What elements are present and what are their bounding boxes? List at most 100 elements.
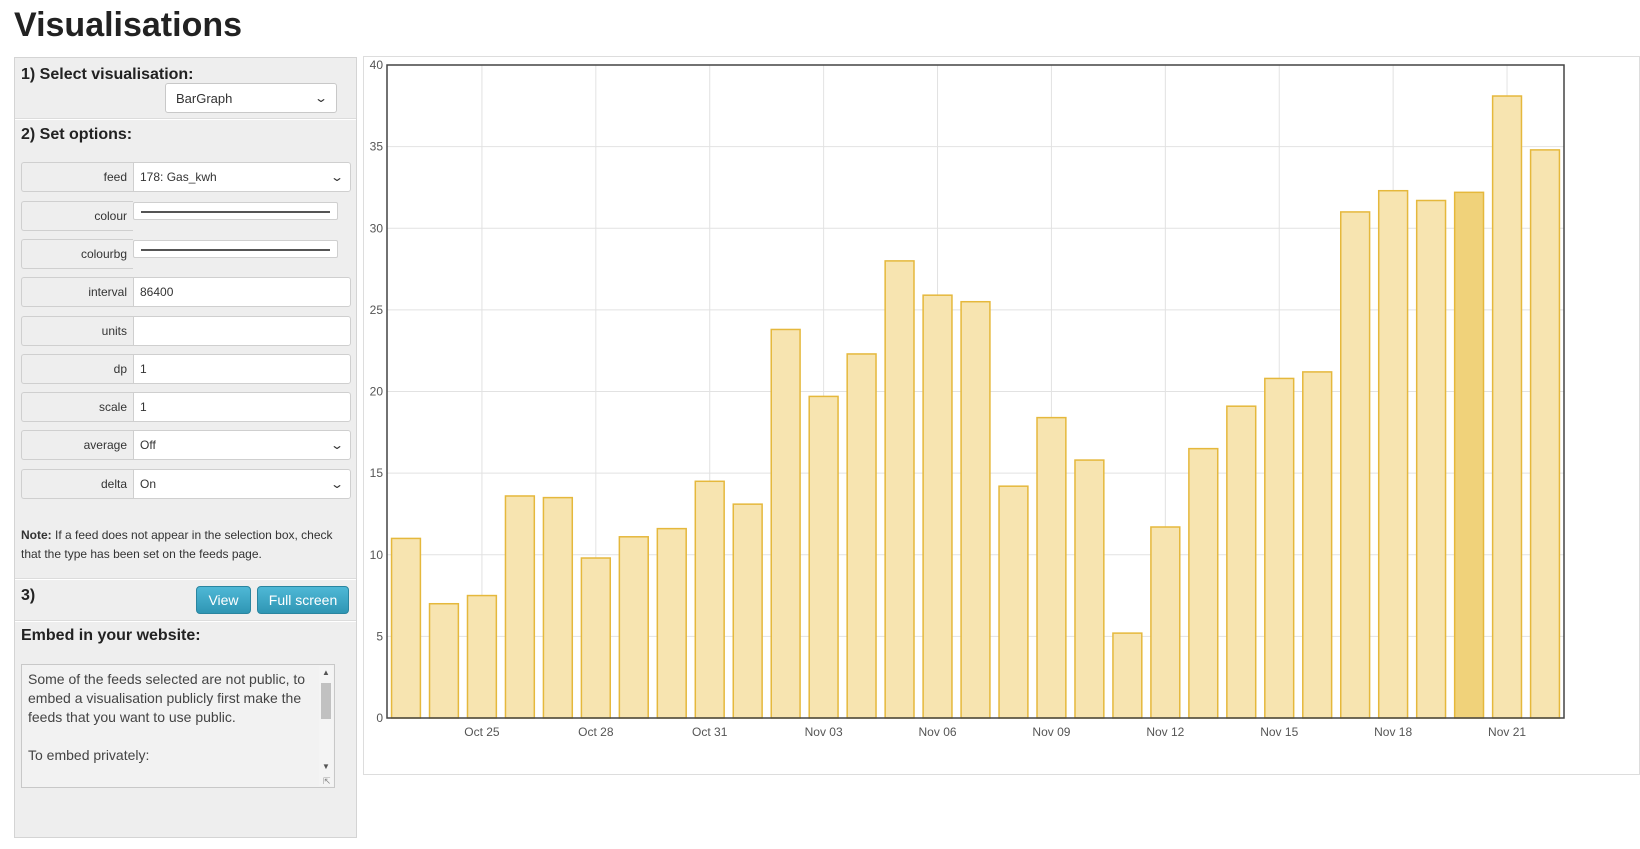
chart-bar: [1112, 632, 1143, 719]
resize-handle-icon[interactable]: ⇱: [323, 776, 333, 786]
chart-bar: [1302, 371, 1333, 719]
x-tick-label: Nov 12: [1146, 725, 1184, 739]
chart-bar: [1339, 211, 1371, 719]
colourbg-label: colourbg: [21, 239, 133, 269]
dp-label: dp: [21, 354, 133, 384]
embed-text-public: Some of the feeds selected are not publi…: [28, 671, 306, 725]
option-dp: dp 1: [21, 354, 351, 384]
chart-bar: [390, 537, 422, 719]
visualisation-select[interactable]: BarGraph ⌄: [165, 83, 337, 113]
y-tick-label: 30: [370, 221, 384, 235]
chart-bar: [732, 503, 763, 719]
embed-text-private: To embed privately:: [28, 747, 150, 763]
chart-bar: [1188, 447, 1219, 719]
bar-graph[interactable]: 0 5 10 15 20 25 30 35 40 Oct 25 Oct 28 Oct 31 Nov 03…: [364, 57, 1639, 774]
chart-bar: [846, 353, 877, 719]
options-panel: 1) Select visualisation: BarGraph ⌄ 2) S…: [14, 57, 357, 838]
option-units: units: [21, 316, 351, 346]
chevron-down-icon: ⌄: [329, 170, 345, 184]
delta-label: delta: [21, 469, 133, 499]
average-select-value: Off: [140, 438, 156, 452]
option-scale: scale 1: [21, 392, 351, 422]
option-interval: interval 86400: [21, 277, 351, 307]
view-button[interactable]: View: [196, 586, 251, 614]
embed-label: Embed in your website:: [21, 627, 201, 644]
colour-picker[interactable]: [133, 202, 338, 220]
units-input[interactable]: [133, 316, 351, 346]
chart-bar: [466, 594, 498, 719]
chevron-down-icon: ⌄: [329, 477, 345, 491]
average-label: average: [21, 430, 133, 460]
note-bold: Note:: [21, 528, 52, 542]
chart-bar: [1264, 377, 1295, 719]
dp-input[interactable]: 1: [133, 354, 351, 384]
scale-input[interactable]: 1: [133, 392, 351, 422]
colour-label: colour: [21, 201, 133, 231]
chart-bar: [1074, 459, 1105, 719]
divider: [15, 578, 356, 580]
chart-bar: [694, 480, 725, 719]
chart-bar: [656, 527, 687, 719]
colourbg-swatch: [141, 249, 330, 251]
chart-bar: [1415, 199, 1447, 719]
chart-bar: [1529, 149, 1561, 719]
visualisation-select-value: BarGraph: [176, 90, 233, 106]
option-colour: colour: [21, 201, 351, 231]
set-options-label: 2) Set options:: [21, 126, 133, 143]
chevron-down-icon: ⌄: [313, 91, 329, 105]
option-average: average Off ⌄: [21, 430, 351, 460]
chart-bar: [808, 395, 839, 719]
scroll-up-icon[interactable]: ▲: [319, 666, 333, 680]
divider: [15, 118, 356, 120]
x-tick-label: Nov 18: [1374, 725, 1412, 739]
y-tick-label: 10: [370, 548, 384, 562]
note-text: If a feed does not appear in the selecti…: [21, 528, 333, 561]
y-tick-label: 20: [370, 385, 384, 399]
colourbg-picker[interactable]: [133, 240, 338, 258]
scroll-thumb[interactable]: [321, 683, 331, 719]
scale-label: scale: [21, 392, 133, 422]
x-tick-label: Nov 21: [1488, 725, 1526, 739]
scroll-down-icon[interactable]: ▼: [319, 760, 333, 774]
chart-container: 0 5 10 15 20 25 30 35 40 Oct 25 Oct 28 Oct 31 Nov 03…: [363, 56, 1640, 775]
page-title: Visualisations: [14, 6, 243, 44]
feed-select[interactable]: 178: Gas_kwh ⌄: [133, 162, 351, 192]
divider: [15, 620, 356, 622]
y-tick-label: 40: [370, 58, 384, 72]
chart-bar: [884, 260, 915, 719]
chart-bar: [1036, 416, 1067, 719]
chart-bar: [504, 495, 536, 719]
x-tick-label: Nov 09: [1032, 725, 1070, 739]
x-tick-label: Nov 03: [805, 725, 843, 739]
chart-bar: [922, 294, 953, 719]
delta-select-value: On: [140, 477, 157, 491]
option-colourbg: colourbg: [21, 239, 351, 269]
chart-bar: [1453, 191, 1485, 719]
colour-swatch: [141, 211, 330, 213]
average-select[interactable]: Off ⌄: [133, 430, 351, 460]
feed-label: feed: [21, 162, 133, 192]
embed-code-textarea[interactable]: Some of the feeds selected are not publi…: [21, 664, 335, 788]
y-tick-label: 0: [376, 711, 383, 725]
x-tick-label: Oct 28: [578, 725, 614, 739]
x-tick-label: Oct 25: [464, 725, 500, 739]
chart-bar: [1491, 95, 1523, 719]
x-tick-label: Nov 06: [919, 725, 957, 739]
x-tick-label: Oct 31: [692, 725, 728, 739]
chart-bar: [1150, 526, 1181, 719]
interval-input[interactable]: 86400: [133, 277, 351, 307]
chevron-down-icon: ⌄: [329, 438, 345, 452]
y-tick-label: 5: [376, 629, 383, 643]
interval-label: interval: [21, 277, 133, 307]
fullscreen-button[interactable]: Full screen: [257, 586, 349, 614]
feed-note: Note: If a feed does not appear in the s…: [21, 526, 339, 564]
chart-bar: [1226, 405, 1257, 719]
embed-scrollbar[interactable]: ▲ ▼: [319, 666, 333, 786]
delta-select[interactable]: On ⌄: [133, 469, 351, 499]
chart-bar: [618, 536, 649, 719]
step3-label: 3): [21, 587, 36, 604]
chart-bar: [998, 485, 1029, 719]
y-tick-label: 35: [370, 140, 384, 154]
chart-bar: [428, 602, 460, 719]
feed-select-value: 178: Gas_kwh: [140, 170, 217, 184]
